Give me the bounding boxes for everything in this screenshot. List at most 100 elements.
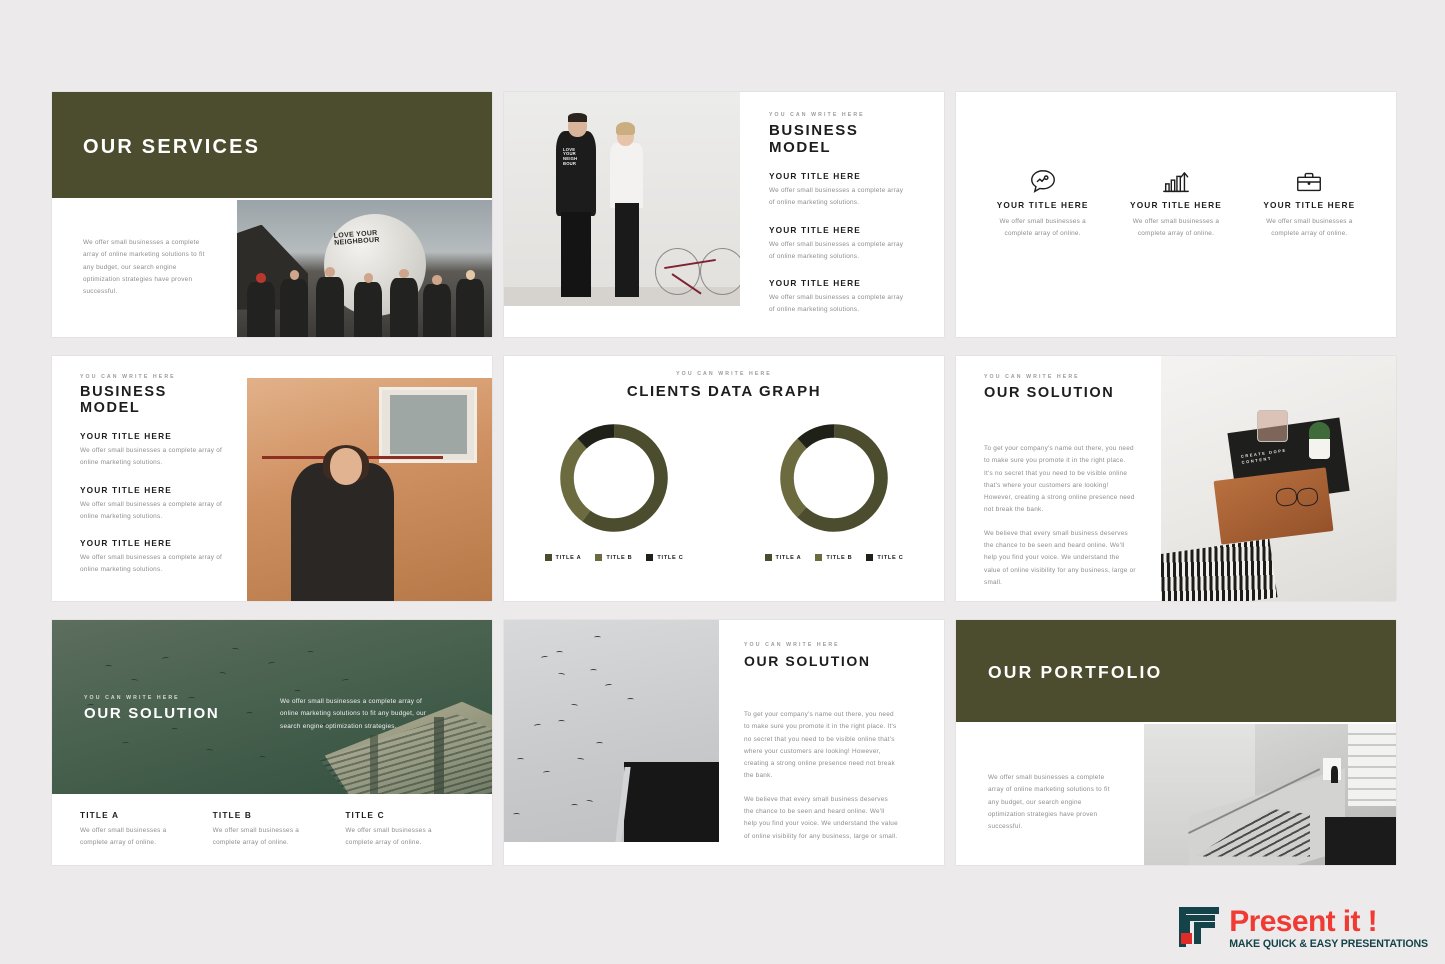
- feature-item: YOUR TITLE HERE We offer small businesse…: [769, 171, 909, 210]
- feature-title: TITLE A: [80, 810, 120, 820]
- feature-item: YOUR TITLE HERE We offer small businesse…: [769, 225, 909, 264]
- legend-label: TITLE C: [657, 554, 684, 561]
- chart-heading: YOU CAN WRITE HERE CLIENTS DATA GRAPH: [504, 371, 944, 401]
- eyebrow-label: YOU CAN WRITE HERE: [769, 112, 865, 118]
- feature-body: We offer small businesses a complete arr…: [345, 827, 432, 846]
- feature-title: TITLE C: [345, 810, 385, 820]
- feature-title: YOUR TITLE HERE: [1130, 200, 1222, 210]
- slide-our-solution-desk[interactable]: YOU CAN WRITE HERE OUR SOLUTION To get y…: [956, 356, 1396, 601]
- legend-swatch: [764, 554, 772, 561]
- slide-our-solution-birds[interactable]: YOU CAN WRITE HERE OUR SOLUTION To get y…: [504, 620, 944, 865]
- hero-title-block: YOU CAN WRITE HERE OUR SOLUTION: [84, 695, 219, 722]
- brand-name: Present it !: [1229, 904, 1378, 938]
- icon-feature-cell: YOUR TITLE HERE We offer small businesse…: [1243, 164, 1376, 239]
- slide-title-block: OUR PORTFOLIO: [988, 662, 1162, 683]
- legend-item: TITLE B: [595, 554, 632, 561]
- feature-title: YOUR TITLE HERE: [1263, 200, 1356, 210]
- feature-title: YOUR TITLE HERE: [769, 224, 861, 235]
- feature-column: TITLE B We offer small businesses a comp…: [213, 810, 338, 848]
- briefcase-icon: [1243, 164, 1376, 200]
- feature-body: We offer small businesses a complete arr…: [80, 500, 223, 520]
- slide-our-solution-hero[interactable]: YOU CAN WRITE HERE OUR SOLUTION We offer…: [52, 620, 492, 865]
- slide-icon-trio[interactable]: YOUR TITLE HERE We offer small businesse…: [956, 92, 1396, 337]
- solution-content: YOU CAN WRITE HERE OUR SOLUTION To get y…: [744, 642, 899, 843]
- donut-chart-right: TITLE A TITLE B TITLE C: [764, 416, 904, 561]
- legend-item: TITLE C: [866, 554, 903, 561]
- body-paragraph-2: We believe that every small business des…: [744, 795, 898, 840]
- legend-label: TITLE B: [606, 554, 633, 561]
- birds-sky-photo: [504, 620, 719, 842]
- slide-business-model-photo-right[interactable]: YOU CAN WRITE HERE BUSINESS MODEL YOUR T…: [52, 356, 492, 601]
- solution-body: To get your company's name out there, yo…: [744, 709, 899, 843]
- donut-svg-right: [780, 424, 888, 532]
- legend-swatch: [544, 554, 552, 561]
- page-title: OUR SERVICES: [83, 136, 261, 158]
- page-title: OUR PORTFOLIO: [988, 662, 1163, 682]
- legend-label: TITLE A: [775, 554, 802, 561]
- page-title: OUR SOLUTION: [984, 385, 1115, 401]
- eyebrow-label: YOU CAN WRITE HERE: [676, 371, 772, 377]
- chart-legend-right: TITLE A TITLE B TITLE C: [764, 554, 904, 561]
- slide-our-portfolio[interactable]: OUR PORTFOLIO We offer small businesses …: [956, 620, 1396, 865]
- donut-chart-row: TITLE A TITLE B TITLE C TITLE A TITLE B …: [504, 416, 944, 561]
- feature-column: TITLE A We offer small businesses a comp…: [80, 810, 205, 848]
- body-paragraph-2: We believe that every small business des…: [984, 529, 1136, 586]
- woman-orange-wall-photo: [247, 378, 492, 601]
- legend-item: TITLE B: [815, 554, 852, 561]
- nested-corner-bars-logo-mark: [1177, 905, 1221, 952]
- couple-bicycle-photo: LOVE YOUR NEIGH BOUR: [504, 92, 740, 306]
- slide-clients-data-graph[interactable]: YOU CAN WRITE HERE CLIENTS DATA GRAPH TI…: [504, 356, 944, 601]
- page-title: BUSINESS MODEL: [769, 122, 859, 156]
- chart-title: CLIENTS DATA GRAPH: [626, 383, 822, 400]
- green-hero-photo: YOU CAN WRITE HERE OUR SOLUTION We offer…: [52, 620, 492, 794]
- icon-feature-grid: YOUR TITLE HERE We offer small businesse…: [976, 164, 1376, 239]
- brand-text-block: Present it ! MAKE QUICK & EASY PRESENTAT…: [1229, 904, 1428, 951]
- feature-body: We offer small businesses a complete arr…: [80, 827, 167, 846]
- three-column-features: TITLE A We offer small businesses a comp…: [80, 810, 470, 848]
- slide-title-block: OUR SERVICES: [83, 136, 260, 159]
- body-paragraph-1: To get your company's name out there, yo…: [984, 445, 1135, 514]
- page-title: OUR SOLUTION: [84, 705, 220, 722]
- feature-title: TITLE B: [212, 810, 253, 820]
- business-model-content: YOU CAN WRITE HERE BUSINESS MODEL YOUR T…: [769, 112, 909, 317]
- speech-bubble-chart-icon: [976, 164, 1109, 200]
- feature-body: We offer small businesses a complete arr…: [212, 827, 300, 846]
- legend-swatch: [866, 554, 874, 561]
- feature-title: YOUR TITLE HERE: [80, 538, 172, 549]
- chart-legend-left: TITLE A TITLE B TITLE C: [544, 554, 684, 561]
- feature-body: We offer small businesses a complete arr…: [1266, 218, 1353, 237]
- slide-body-text: We offer small businesses a complete arr…: [83, 239, 205, 296]
- legend-swatch: [815, 554, 823, 561]
- feature-item: YOUR TITLE HERE We offer small businesse…: [80, 485, 225, 524]
- feature-body: We offer small businesses a complete arr…: [769, 187, 904, 207]
- feature-body: We offer small businesses a complete arr…: [1132, 218, 1220, 237]
- icon-feature-cell: YOUR TITLE HERE We offer small businesse…: [976, 164, 1109, 239]
- feature-body: We offer small businesses a complete arr…: [80, 554, 223, 574]
- donut-svg-left: [560, 424, 668, 532]
- solution-content: YOU CAN WRITE HERE OUR SOLUTION To get y…: [984, 374, 1136, 589]
- icon-feature-cell: YOUR TITLE HERE We offer small businesse…: [1109, 164, 1242, 239]
- feature-item: YOUR TITLE HERE We offer small businesse…: [80, 431, 225, 470]
- slide-deck-grid: OUR SERVICES We offer small businesses a…: [52, 92, 1397, 865]
- feature-item: YOUR TITLE HERE We offer small businesse…: [769, 278, 909, 317]
- legend-item: TITLE A: [764, 554, 802, 561]
- feature-body: We offer small businesses a complete arr…: [80, 447, 223, 467]
- slide-our-services[interactable]: OUR SERVICES We offer small businesses a…: [52, 92, 492, 337]
- legend-item: TITLE A: [544, 554, 582, 561]
- feature-body: We offer small businesses a complete arr…: [769, 294, 904, 314]
- legend-swatch: [646, 554, 654, 561]
- legend-label: TITLE B: [826, 554, 853, 561]
- feature-title: YOUR TITLE HERE: [80, 431, 172, 441]
- feature-item: YOUR TITLE HERE We offer small businesse…: [80, 538, 225, 577]
- body-paragraph-1: To get your company's name out there, yo…: [744, 711, 897, 780]
- marble-desk-photo: CREATE DOPE CONTENT: [1161, 356, 1396, 601]
- slide-business-model-photo-left[interactable]: LOVE YOUR NEIGH BOUR YOU CAN WRITE HERE BUS…: [504, 92, 944, 337]
- feature-body: We offer small businesses a complete arr…: [999, 218, 1086, 237]
- legend-item: TITLE C: [646, 554, 683, 561]
- brand-logo: Present it ! MAKE QUICK & EASY PRESENTAT…: [1177, 905, 1428, 952]
- feature-title: YOUR TITLE HERE: [769, 171, 861, 181]
- eyebrow-label: YOU CAN WRITE HERE: [84, 695, 180, 701]
- legend-label: TITLE C: [877, 554, 904, 561]
- brand-tagline: MAKE QUICK & EASY PRESENTATIONS: [1229, 937, 1428, 950]
- feature-column: TITLE C We offer small businesses a comp…: [345, 810, 470, 848]
